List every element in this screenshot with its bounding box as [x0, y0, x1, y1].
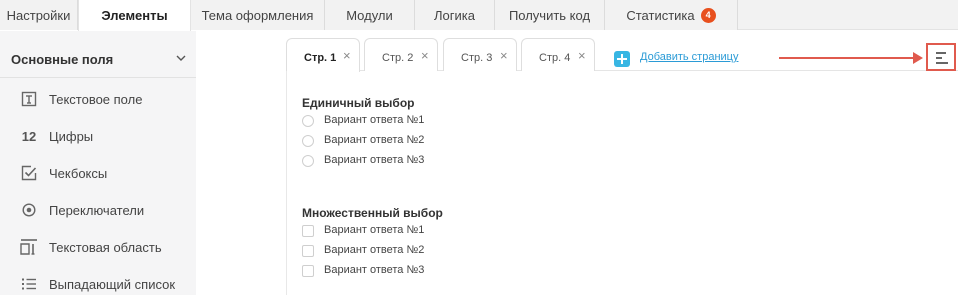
radio-button[interactable] — [302, 115, 314, 127]
sidebar-item-numbers[interactable]: 12 Цифры — [0, 122, 196, 152]
tab-get-code[interactable]: Получить код — [495, 0, 605, 30]
sidebar-item-label: Цифры — [49, 129, 94, 144]
tab-modules[interactable]: Модули — [325, 0, 415, 30]
tab-label: Логика — [434, 7, 475, 23]
sidebar-item-dropdown[interactable]: Выпадающий список — [0, 270, 196, 295]
add-page-link[interactable]: Добавить страницу — [640, 51, 738, 63]
sidebar-item-text-field[interactable]: Текстовое поле — [0, 85, 196, 115]
option-label: Вариант ответа №1 — [324, 114, 425, 126]
list-icon — [20, 275, 38, 293]
page-tab-label: Стр. 1 — [304, 52, 337, 64]
page-tab-label: Стр. 4 — [539, 52, 571, 64]
close-icon[interactable]: × — [500, 48, 508, 63]
tab-label: Настройки — [6, 7, 71, 23]
sidebar-item-textarea[interactable]: Текстовая область — [0, 233, 196, 263]
sidebar-item-label: Выпадающий список — [49, 277, 176, 292]
sidebar-item-label: Чекбоксы — [49, 166, 108, 181]
option-label: Вариант ответа №1 — [324, 224, 425, 236]
chevron-down-icon — [176, 55, 186, 61]
top-tab-bar: Настройки Элементы Тема оформления Модул… — [0, 0, 958, 31]
annotation-arrow-line — [779, 57, 919, 59]
page-tab-2[interactable]: Стр. 2 × — [364, 38, 438, 71]
close-icon[interactable]: × — [343, 48, 351, 63]
tab-theme[interactable]: Тема оформления — [191, 0, 325, 30]
radio-button[interactable] — [302, 155, 314, 167]
tab-logic[interactable]: Логика — [415, 0, 495, 30]
tab-label: Элементы — [101, 8, 168, 23]
close-icon[interactable]: × — [578, 48, 586, 63]
option-label: Вариант ответа №3 — [324, 264, 425, 276]
tab-label: Статистика — [626, 7, 695, 23]
page-tab-4[interactable]: Стр. 4 × — [521, 38, 595, 71]
sidebar-item-radio[interactable]: Переключатели — [0, 196, 196, 226]
page-tab-label: Стр. 2 — [382, 52, 414, 64]
sidebar-section-header[interactable]: Основные поля — [0, 40, 196, 78]
sidebar-item-label: Переключатели — [49, 203, 145, 218]
form-settings-button[interactable] — [926, 43, 956, 71]
page-tab-1[interactable]: Стр. 1 × — [286, 38, 360, 72]
add-page-icon[interactable] — [614, 51, 630, 67]
radio-icon — [20, 201, 38, 219]
settings-icon-line — [936, 52, 946, 54]
option-label: Вариант ответа №2 — [324, 244, 425, 256]
checkbox[interactable] — [302, 265, 314, 277]
radio-button[interactable] — [302, 135, 314, 147]
checkbox[interactable] — [302, 245, 314, 257]
page-tab-3[interactable]: Стр. 3 × — [443, 38, 517, 71]
checkbox-icon — [20, 164, 38, 182]
sidebar-item-label: Текстовое поле — [49, 92, 143, 107]
option-label: Вариант ответа №3 — [324, 154, 425, 166]
annotation-arrow-head — [913, 52, 923, 64]
tab-label: Получить код — [508, 7, 591, 23]
settings-icon-line — [936, 57, 942, 59]
content-divider — [286, 71, 287, 295]
sidebar: Основные поля Текстовое поле 12 Цифры Че… — [0, 31, 196, 295]
tab-statistics[interactable]: Статистика 4 — [605, 0, 738, 30]
tab-label: Модули — [346, 7, 393, 23]
sidebar-item-checkboxes[interactable]: Чекбоксы — [0, 159, 196, 189]
page-tab-label: Стр. 3 — [461, 52, 493, 64]
option-label: Вариант ответа №2 — [324, 134, 425, 146]
textarea-icon — [20, 238, 38, 256]
question-title[interactable]: Множественный выбор — [302, 206, 443, 220]
tab-elements[interactable]: Элементы — [78, 0, 191, 31]
sidebar-section-title: Основные поля — [11, 52, 114, 67]
close-icon[interactable]: × — [421, 48, 429, 63]
sidebar-item-label: Текстовая область — [49, 240, 162, 255]
settings-icon-line — [936, 62, 948, 64]
tab-settings[interactable]: Настройки — [0, 0, 78, 30]
tab-label: Тема оформления — [201, 7, 314, 23]
notification-badge: 4 — [700, 7, 716, 23]
text-field-icon — [20, 90, 38, 108]
numbers-icon: 12 — [21, 128, 37, 144]
question-title[interactable]: Единичный выбор — [302, 96, 415, 110]
checkbox[interactable] — [302, 225, 314, 237]
